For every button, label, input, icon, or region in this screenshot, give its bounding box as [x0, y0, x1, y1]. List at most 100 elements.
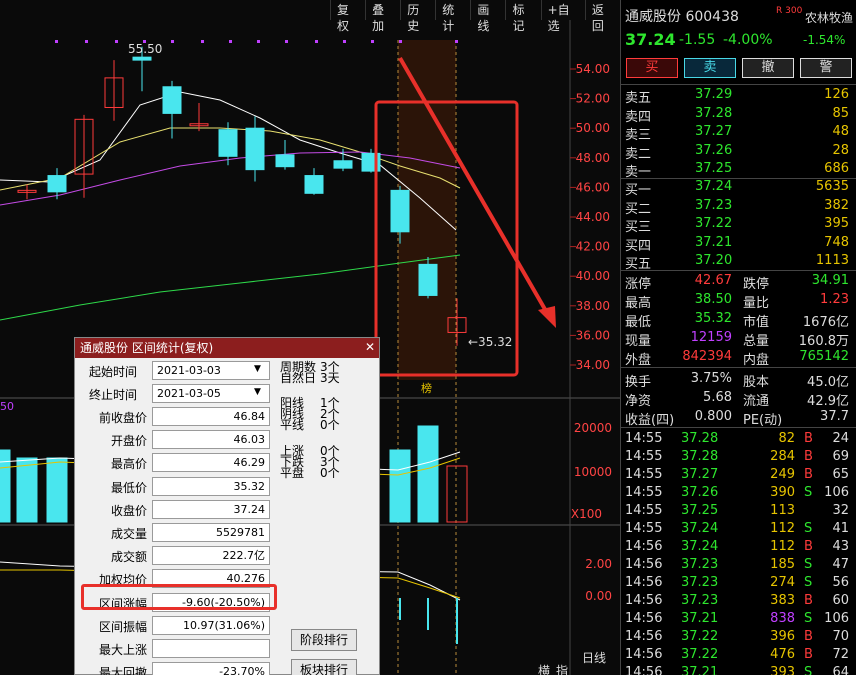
- stat-value: 3.75%: [690, 371, 732, 386]
- tick-side: S: [804, 611, 813, 626]
- tick-row: 14:56 37.23 185 S 47: [621, 556, 856, 574]
- left-axis-label: 50: [0, 400, 14, 413]
- price-axis-label: 36.00: [576, 328, 610, 342]
- toolbar-0[interactable]: 复权: [330, 0, 365, 33]
- tick-vol: 249: [770, 467, 795, 482]
- tick-price: 37.23: [681, 557, 719, 572]
- action-2[interactable]: 撤: [742, 58, 794, 78]
- field-label: 成交额: [110, 550, 147, 565]
- ask-vol: 686: [824, 161, 849, 176]
- bid-price: 37.21: [695, 234, 733, 250]
- bid-price: 37.20: [695, 253, 733, 268]
- dropdown-icon[interactable]: ▼: [254, 387, 261, 397]
- volume-bar: [389, 449, 411, 523]
- stat-label: 收益(四): [625, 413, 675, 428]
- ask-vol: 126: [824, 87, 849, 102]
- trend-count: 平盘: [280, 466, 305, 480]
- tick-num: 32: [832, 503, 849, 518]
- bid-label: 买三: [625, 220, 652, 235]
- tick-price: 37.28: [681, 449, 719, 464]
- tick-vol: 113: [770, 503, 795, 518]
- tick-side: S: [804, 557, 813, 572]
- end-date-input[interactable]: 2021-03-05: [152, 384, 270, 403]
- stage-rank-button[interactable]: 阶段排行: [291, 629, 357, 651]
- field-label: 区间振幅: [98, 619, 147, 634]
- tick-side: S: [804, 575, 813, 590]
- low-label: ←35.32: [468, 335, 512, 349]
- stat-row: 涨停 42.67 跌停 34.91: [621, 272, 856, 292]
- tick-price: 37.24: [681, 539, 719, 554]
- tick-time: 14:56: [625, 629, 663, 644]
- annotation-arrowhead: [538, 306, 556, 328]
- action-3[interactable]: 警: [800, 58, 852, 78]
- toolbar-2[interactable]: 历史: [400, 0, 435, 33]
- dropdown-icon[interactable]: ▼: [254, 364, 261, 374]
- last-price: 37.24: [625, 30, 676, 49]
- toolbar-6[interactable]: +自选: [540, 0, 585, 33]
- stat-label: 量比: [743, 296, 770, 311]
- tick-time: 14:55: [625, 521, 663, 536]
- ask-vol: 48: [832, 124, 849, 139]
- bid-row: 买三 37.22 395: [621, 215, 856, 235]
- tick-time: 14:56: [625, 575, 663, 590]
- tick-num: 70: [832, 629, 849, 644]
- change: -1.55: [679, 32, 716, 48]
- close-icon[interactable]: ✕: [363, 340, 377, 354]
- mark-dot: [201, 40, 204, 43]
- price-axis-label: 54.00: [576, 62, 610, 76]
- high-label: 55.50: [128, 42, 162, 56]
- tag-label: 榜: [421, 381, 432, 395]
- ask-price: 37.29: [695, 87, 733, 102]
- toolbar-1[interactable]: 叠加: [365, 0, 400, 33]
- tick-num: 64: [832, 665, 849, 675]
- stat-label: 流通: [743, 394, 770, 409]
- price-axis-label: 48.00: [576, 151, 610, 165]
- stat-value: 12159: [690, 330, 732, 345]
- start-date-input[interactable]: 2021-03-03: [152, 361, 270, 380]
- stat-label: PE(动): [743, 413, 783, 428]
- candle-body: [245, 127, 265, 171]
- bid-vol: 5635: [815, 179, 849, 194]
- ask-label: 卖二: [625, 146, 652, 162]
- stat-row: 最低 35.32 市值 1676亿: [621, 310, 856, 330]
- toolbar-3[interactable]: 统计: [435, 0, 470, 33]
- tick-side: B: [804, 467, 813, 482]
- tick-row: 14:56 37.21 838 S 106: [621, 610, 856, 628]
- candle-body: [390, 189, 410, 233]
- candle-count: 平线: [280, 418, 305, 432]
- price-axis-label: 46.00: [576, 180, 610, 194]
- period-label: 日线: [582, 651, 606, 665]
- tick-time: 14:55: [625, 467, 663, 482]
- ask-row: 卖三 37.27 48: [621, 123, 856, 143]
- sector-rank-button[interactable]: 板块排行: [291, 659, 357, 675]
- tick-time: 14:56: [625, 539, 663, 554]
- tick-side: S: [804, 485, 813, 500]
- field-value: [152, 639, 270, 658]
- candle-body: [47, 175, 67, 193]
- price-axis-label: 50.00: [576, 121, 610, 135]
- toolbar-4[interactable]: 画线: [470, 0, 505, 33]
- stat-label: 净资: [625, 394, 652, 409]
- ask-price: 37.28: [695, 105, 733, 121]
- stat-row: 现量 12159 总量 160.8万: [621, 329, 856, 349]
- mark-dot: [343, 40, 346, 43]
- chart-toolbar: 复权 叠加 历史 统计 画线 标记 +自选 返回: [330, 0, 620, 33]
- tick-row: 14:55 37.28 82 B 24: [621, 430, 856, 448]
- tick-time: 14:56: [625, 611, 663, 626]
- toolbar-5[interactable]: 标记: [505, 0, 540, 33]
- tick-time: 14:55: [625, 449, 663, 464]
- stat-row: 最高 38.50 量比 1.23: [621, 291, 856, 311]
- ask-price: 37.26: [695, 142, 733, 158]
- field-value: 46.29: [152, 453, 270, 473]
- stat-row: 外盘 842394 内盘 765142: [621, 348, 856, 368]
- stat-value: 160.8万: [798, 334, 849, 349]
- divider: [621, 84, 856, 85]
- stock-badge: R 300: [776, 6, 803, 16]
- toolbar-7[interactable]: 返回: [584, 0, 620, 33]
- tick-row: 14:56 37.21 393 S 64: [621, 664, 856, 675]
- tick-price: 37.23: [681, 593, 719, 608]
- stat-row: 净资 5.68 流通 42.9亿: [621, 389, 856, 409]
- bid-price: 37.23: [695, 197, 733, 213]
- action-1[interactable]: 卖: [684, 58, 736, 78]
- action-0[interactable]: 买: [626, 58, 678, 78]
